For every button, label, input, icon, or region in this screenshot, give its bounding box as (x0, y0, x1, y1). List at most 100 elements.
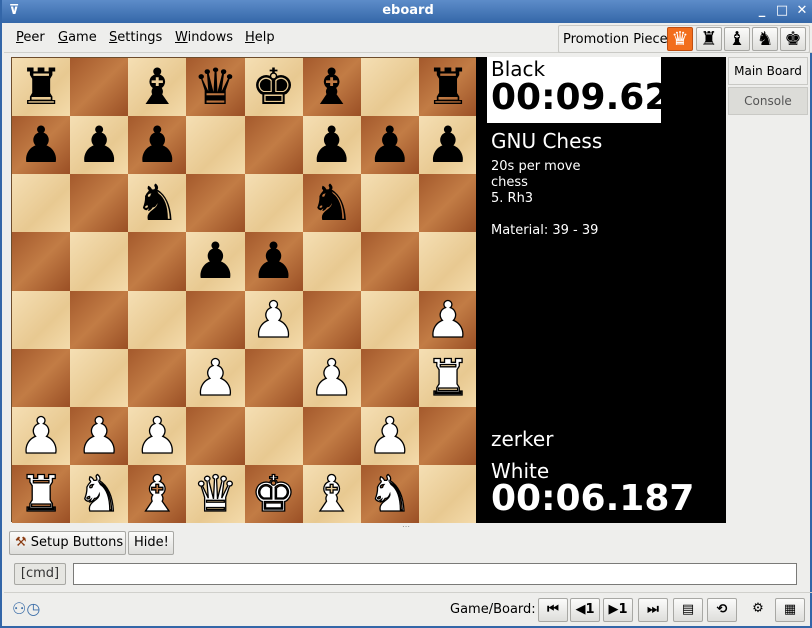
square-g8[interactable] (360, 58, 419, 117)
white-knight-piece[interactable]: ♞ (76, 464, 122, 523)
square-g7[interactable]: ♟ (360, 116, 419, 175)
previous-move-button[interactable]: ◀1 (570, 598, 600, 622)
square-g4[interactable] (360, 290, 419, 349)
square-b3[interactable] (70, 348, 129, 407)
square-b1[interactable]: ♞ (70, 464, 129, 524)
promote-rook-button[interactable]: ♜ (696, 27, 722, 51)
square-e6[interactable] (244, 174, 303, 233)
square-h1[interactable] (418, 464, 477, 523)
setup-buttons-button[interactable]: ⚒ Setup Buttons (9, 531, 126, 555)
square-e4[interactable]: ♟ (244, 290, 303, 349)
tab-main-board[interactable]: Main Board (728, 57, 808, 85)
black-knight-piece[interactable]: ♞ (309, 174, 354, 232)
black-king-piece[interactable]: ♚ (251, 58, 296, 116)
square-d5[interactable]: ♟ (186, 232, 245, 291)
square-b5[interactable] (70, 232, 129, 291)
menu-settings[interactable]: Settings (109, 30, 162, 45)
square-e3[interactable] (244, 348, 303, 407)
black-pawn-piece[interactable]: ♟ (309, 116, 354, 174)
square-h2[interactable] (418, 406, 477, 465)
next-move-button[interactable]: ▶1 (603, 598, 633, 622)
square-d3[interactable]: ♟ (186, 348, 245, 407)
square-d2[interactable] (186, 406, 245, 465)
white-pawn-piece[interactable]: ♟ (18, 406, 64, 465)
white-queen-piece[interactable]: ♛ (192, 464, 238, 523)
black-bishop-piece[interactable]: ♝ (135, 58, 180, 116)
square-d6[interactable] (186, 174, 245, 233)
black-bishop-piece[interactable]: ♝ (309, 58, 354, 116)
square-c4[interactable] (128, 290, 187, 349)
square-a8[interactable]: ♜ (12, 58, 71, 117)
square-e2[interactable] (244, 406, 303, 465)
square-c6[interactable]: ♞ (128, 174, 187, 233)
square-h3[interactable]: ♜ (418, 348, 477, 407)
square-d1[interactable]: ♛ (186, 464, 245, 524)
square-f5[interactable] (302, 232, 361, 291)
square-g1[interactable]: ♞ (360, 464, 419, 524)
square-a4[interactable] (12, 290, 71, 349)
square-h7[interactable]: ♟ (418, 116, 477, 175)
square-d7[interactable] (186, 116, 245, 175)
promote-queen-button[interactable]: ♛ (667, 27, 693, 51)
white-pawn-piece[interactable]: ♟ (250, 290, 296, 349)
square-e8[interactable]: ♚ (244, 58, 303, 117)
tab-console[interactable]: Console (728, 87, 808, 115)
square-a6[interactable] (12, 174, 71, 233)
square-g5[interactable] (360, 232, 419, 291)
square-c8[interactable]: ♝ (128, 58, 187, 117)
square-c7[interactable]: ♟ (128, 116, 187, 175)
square-g2[interactable]: ♟ (360, 406, 419, 465)
square-f1[interactable]: ♝ (302, 464, 361, 524)
square-d8[interactable]: ♛ (186, 58, 245, 117)
square-c5[interactable] (128, 232, 187, 291)
black-pawn-piece[interactable]: ♟ (367, 116, 412, 174)
square-c3[interactable] (128, 348, 187, 407)
black-pawn-piece[interactable]: ♟ (135, 116, 180, 174)
square-c1[interactable]: ♝ (128, 464, 187, 524)
square-e5[interactable]: ♟ (244, 232, 303, 291)
square-g6[interactable] (360, 174, 419, 233)
square-f7[interactable]: ♟ (302, 116, 361, 175)
white-rook-piece[interactable]: ♜ (425, 348, 471, 407)
menu-game[interactable]: Game (58, 30, 97, 45)
chess-board[interactable]: ♜ ♝ ♛ ♚ ♝ ♜ ♟ ♟ ♟ ♟ ♟ ♟ ♞ ♞ ♟ ♟ ♟ ♟ ♟ ♟ ♜ ♟ ♟ ♟ ♟ ♜ ♞ ♝ ♛ ♚ ♝ ♞ (11, 57, 477, 524)
black-rook-piece[interactable]: ♜ (19, 58, 64, 116)
command-input[interactable] (73, 563, 797, 585)
square-f8[interactable]: ♝ (302, 58, 361, 117)
black-pawn-piece[interactable]: ♟ (251, 232, 296, 290)
close-icon[interactable]: ✕ (794, 3, 810, 19)
white-pawn-piece[interactable]: ♟ (425, 290, 471, 349)
square-f3[interactable]: ♟ (302, 348, 361, 407)
white-pawn-piece[interactable]: ♟ (367, 406, 413, 465)
square-h5[interactable] (418, 232, 477, 291)
maximize-icon[interactable]: □ (774, 3, 790, 19)
menu-help[interactable]: Help (245, 30, 275, 45)
square-b8[interactable] (70, 58, 129, 117)
square-a2[interactable]: ♟ (12, 406, 71, 465)
cmd-button[interactable]: [cmd] (14, 563, 66, 585)
minimize-icon[interactable]: _ (754, 3, 770, 19)
promote-knight-button[interactable]: ♞ (752, 27, 778, 51)
square-b2[interactable]: ♟ (70, 406, 129, 465)
promote-bishop-button[interactable]: ♝ (724, 27, 750, 51)
square-a5[interactable] (12, 232, 71, 291)
hide-button[interactable]: Hide! (128, 531, 174, 555)
white-knight-piece[interactable]: ♞ (367, 464, 413, 523)
first-move-button[interactable]: ⏮ (538, 598, 568, 622)
white-pawn-piece[interactable]: ♟ (309, 348, 355, 407)
last-move-button[interactable]: ⏭ (638, 598, 668, 622)
pane-resize-handle[interactable]: ⋯ (402, 523, 414, 531)
move-list-icon[interactable]: ▤ (673, 598, 703, 622)
black-pawn-piece[interactable]: ♟ (426, 116, 471, 174)
promote-king-button[interactable]: ♚ (780, 27, 806, 51)
menu-peer[interactable]: Peer (16, 30, 45, 45)
square-h4[interactable]: ♟ (418, 290, 477, 349)
square-g3[interactable] (360, 348, 419, 407)
white-pawn-piece[interactable]: ♟ (192, 348, 238, 407)
white-pawn-piece[interactable]: ♟ (76, 406, 122, 465)
square-h6[interactable] (418, 174, 477, 233)
white-bishop-piece[interactable]: ♝ (309, 464, 355, 523)
square-d4[interactable] (186, 290, 245, 349)
square-e7[interactable] (244, 116, 303, 175)
menu-windows[interactable]: Windows (175, 30, 233, 45)
